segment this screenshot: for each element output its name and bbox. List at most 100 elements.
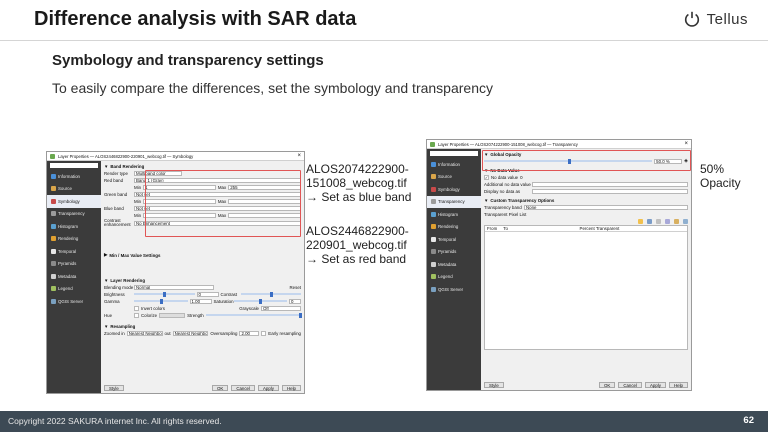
sidebar-item-pyramids[interactable]: Pyramids <box>47 258 101 271</box>
invert-colors-checkbox[interactable] <box>134 305 139 311</box>
tellus-logo: Tellus <box>683 10 748 28</box>
server-icon <box>431 286 436 292</box>
apply-button[interactable]: Apply <box>644 382 666 388</box>
colorize-color-button[interactable] <box>159 312 186 318</box>
title-divider <box>0 40 768 41</box>
close-icon[interactable]: × <box>297 153 301 159</box>
sidebar-item-transparency[interactable]: Transparency <box>47 208 101 221</box>
sidebar-item-qgis-server[interactable]: QGIS Server <box>47 295 101 308</box>
sidebar-item-symbology[interactable]: Symbology <box>427 183 481 196</box>
server-icon <box>51 298 56 304</box>
saturation-slider[interactable] <box>233 298 287 304</box>
strength-slider[interactable] <box>205 312 303 318</box>
histogram-icon <box>431 211 436 217</box>
sidebar-item-information[interactable]: Information <box>427 158 481 171</box>
gamma-slider[interactable] <box>134 298 188 304</box>
col-percent-transparent[interactable]: Percent Transparent <box>514 226 685 231</box>
power-icon <box>684 11 699 27</box>
metadata-icon <box>51 273 56 279</box>
sidebar-item-histogram[interactable]: Histogram <box>47 220 101 233</box>
early-resampling-checkbox[interactable] <box>261 330 267 336</box>
source-icon <box>51 186 56 192</box>
no-data-color-button[interactable] <box>532 188 688 194</box>
sidebar-item-rendering[interactable]: Rendering <box>427 221 481 234</box>
zoomed-out-select[interactable]: Nearest Neighbour <box>172 330 209 336</box>
layer-rendering-header[interactable]: ▼ Layer Rendering <box>104 277 301 283</box>
remove-icon[interactable] <box>647 218 652 224</box>
rendering-icon <box>51 236 56 242</box>
blending-mode-select[interactable]: Normal <box>134 284 214 290</box>
export-icon[interactable] <box>683 218 688 224</box>
oversampling-input[interactable]: 2.00 <box>239 330 260 336</box>
gamma-input[interactable]: 1.00 <box>189 298 212 304</box>
sidebar-item-legend[interactable]: Legend <box>427 271 481 284</box>
brightness-row: Brightness 0 Contrast <box>104 291 301 297</box>
metadata-icon <box>431 261 436 267</box>
ok-button[interactable]: OK <box>598 382 616 388</box>
help-button[interactable]: Help <box>281 385 301 391</box>
sidebar-item-legend[interactable]: Legend <box>47 283 101 296</box>
cancel-button[interactable]: Cancel <box>618 382 642 388</box>
zoomed-in-select[interactable]: Nearest Neighbour <box>126 330 163 336</box>
resampling-header[interactable]: ▼ Resampling <box>104 323 301 329</box>
custom-transparency-header[interactable]: ▼ Custom Transparency Options <box>484 197 688 203</box>
transparency-band-row: Transparency band None <box>484 204 688 210</box>
ok-button[interactable]: OK <box>211 385 229 391</box>
sidebar-item-pyramids[interactable]: Pyramids <box>427 246 481 259</box>
sidebar-item-source[interactable]: Source <box>47 183 101 196</box>
contrast-slider-knob[interactable] <box>269 291 273 297</box>
close-icon[interactable]: × <box>684 141 688 147</box>
source-icon <box>431 174 436 180</box>
no-data-value: 0 <box>520 174 523 180</box>
sidebar-item-qgis-server[interactable]: QGIS Server <box>427 283 481 296</box>
style-button[interactable]: Style <box>484 382 504 388</box>
import-icon[interactable] <box>674 218 679 224</box>
sidebar-search-input[interactable] <box>50 163 98 168</box>
sidebar-item-metadata[interactable]: Metadata <box>427 258 481 271</box>
additional-no-data-input[interactable] <box>532 181 688 187</box>
transparency-band-select[interactable]: None <box>524 204 688 210</box>
cancel-button[interactable]: Cancel <box>231 385 255 391</box>
qgis-icon <box>430 141 435 147</box>
band-rendering-header[interactable]: ▼ Band Rendering <box>104 163 301 169</box>
sidebar-item-metadata[interactable]: Metadata <box>47 270 101 283</box>
sidebar-item-histogram[interactable]: Histogram <box>427 208 481 221</box>
contrast-slider[interactable] <box>240 291 301 297</box>
invert-grayscale-row: Invert colors Grayscale Off <box>104 305 301 311</box>
sidebar-item-temporal[interactable]: Temporal <box>47 245 101 258</box>
sidebar-item-source[interactable]: Source <box>427 171 481 184</box>
saturation-slider-knob[interactable] <box>259 298 263 304</box>
saturation-input[interactable]: 0 <box>289 298 301 304</box>
page-number: 62 <box>743 415 754 426</box>
help-button[interactable]: Help <box>668 382 688 388</box>
apply-button[interactable]: Apply <box>257 385 279 391</box>
strength-slider-knob[interactable] <box>299 312 303 318</box>
grayscale-select[interactable]: Off <box>261 305 301 311</box>
default-icon[interactable] <box>665 218 670 224</box>
gamma-slider-knob[interactable] <box>159 298 163 304</box>
reset-button[interactable]: Reset <box>290 285 301 290</box>
collapse-icon: ▼ <box>104 323 109 329</box>
opacity-annotation: 50% Opacity <box>700 162 741 190</box>
brightness-input[interactable]: 0 <box>196 291 219 297</box>
pick-pixel-icon[interactable] <box>656 218 661 224</box>
style-button[interactable]: Style <box>104 385 124 391</box>
logo-text: Tellus <box>706 10 748 28</box>
sidebar-item-transparency[interactable]: Transparency <box>427 195 481 208</box>
add-icon[interactable] <box>638 218 643 224</box>
brightness-slider-knob[interactable] <box>163 291 167 297</box>
colorize-checkbox[interactable] <box>134 312 139 318</box>
sidebar-item-information[interactable]: Information <box>47 170 101 183</box>
brightness-slider[interactable] <box>134 291 195 297</box>
collapse-icon: ▼ <box>104 277 109 283</box>
sidebar-search-input[interactable] <box>430 151 478 156</box>
sidebar-item-temporal[interactable]: Temporal <box>427 233 481 246</box>
clock-icon <box>431 236 436 242</box>
no-data-checkbox[interactable]: ✓ <box>484 174 489 180</box>
col-from[interactable]: From <box>487 226 497 231</box>
col-to[interactable]: To <box>503 226 508 231</box>
sidebar-item-symbology[interactable]: Symbology <box>47 195 101 208</box>
transparency-icon <box>51 211 56 217</box>
sidebar-item-rendering[interactable]: Rendering <box>47 233 101 246</box>
pixel-list-label-row: Transparent Pixel List <box>484 211 527 217</box>
